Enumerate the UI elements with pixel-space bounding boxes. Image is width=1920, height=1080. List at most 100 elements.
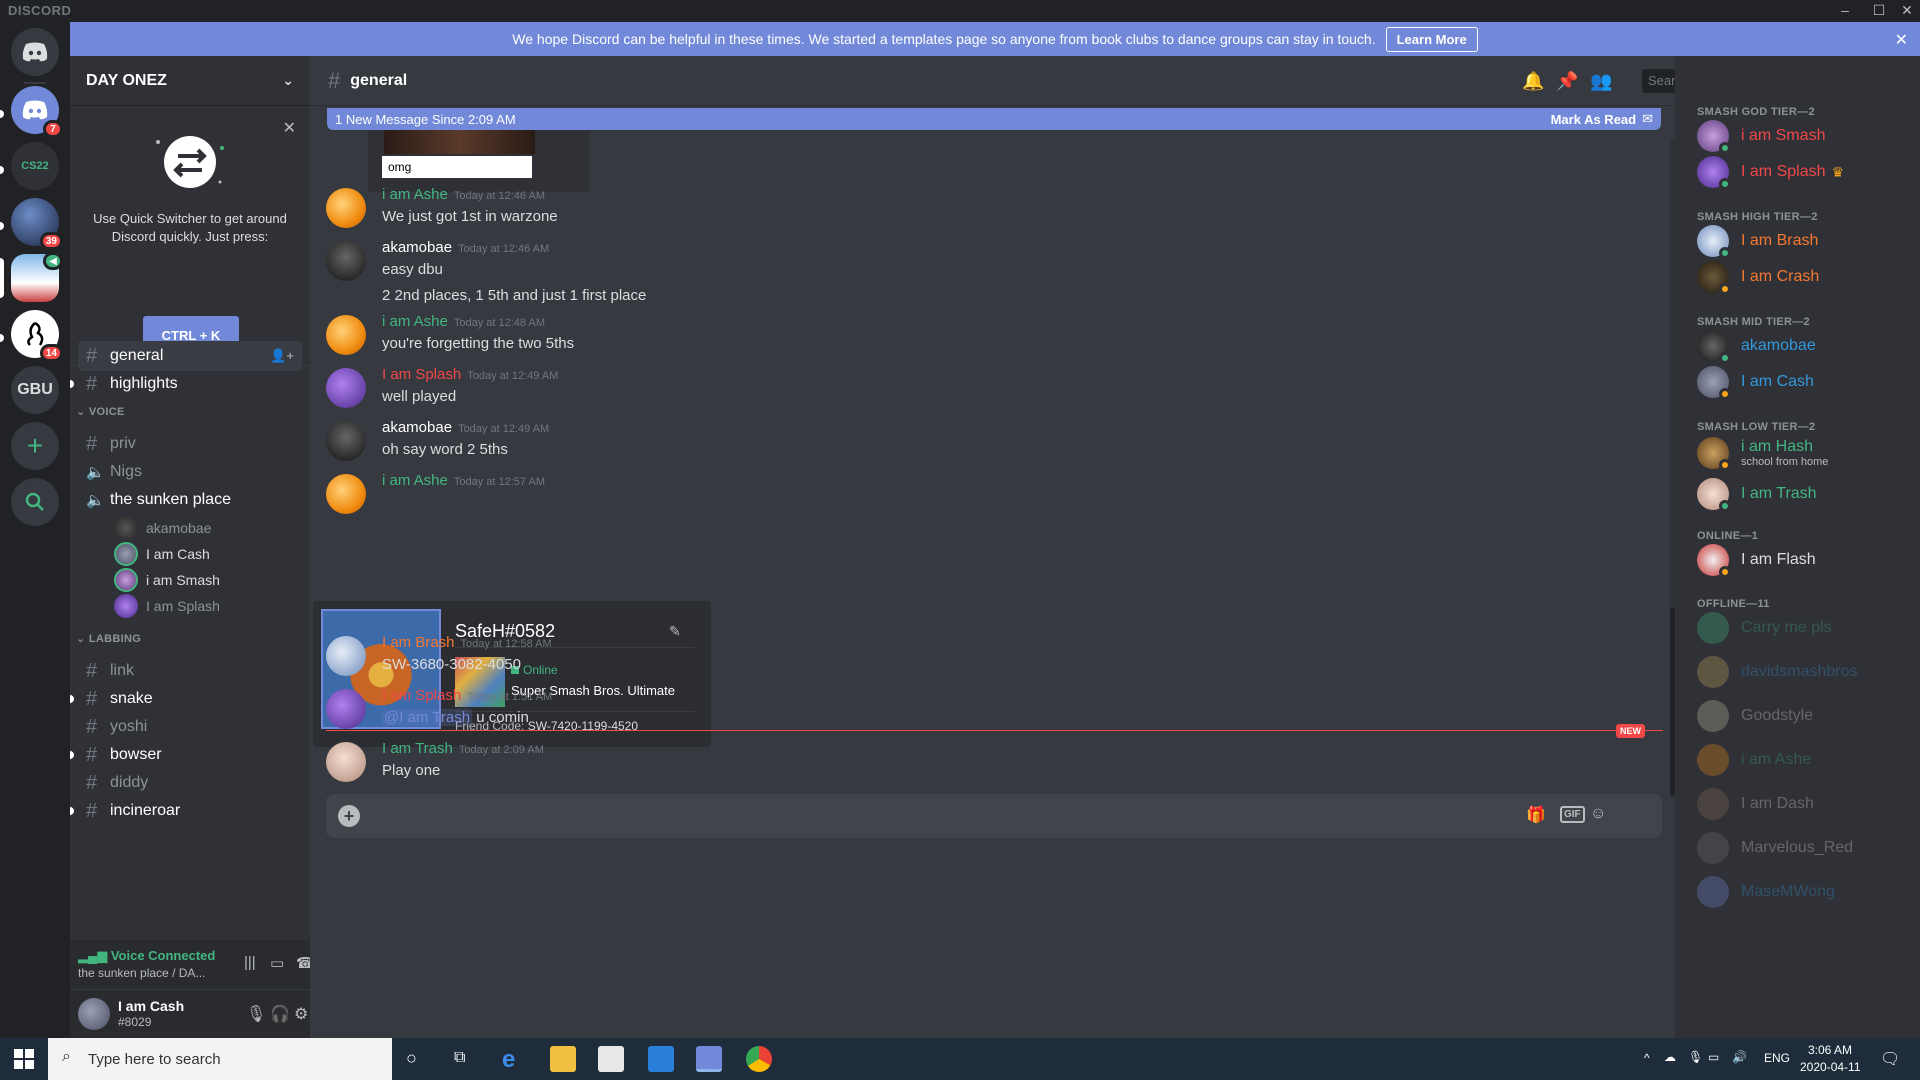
pencil-edit-icon[interactable]: ✎: [669, 623, 681, 640]
embed-image[interactable]: [384, 130, 535, 154]
channel-snake[interactable]: # snake: [70, 684, 302, 714]
member-item[interactable]: I am Crash: [1697, 259, 1819, 295]
gif-button[interactable]: GIF: [1560, 806, 1585, 823]
home-button[interactable]: [11, 28, 59, 76]
message-author[interactable]: I am Trash: [382, 740, 453, 757]
chrome-icon[interactable]: [746, 1046, 772, 1072]
windows-start-icon[interactable]: [14, 1049, 34, 1069]
edge-icon[interactable]: e: [502, 1046, 528, 1073]
member-item[interactable]: akamobae: [1697, 328, 1816, 364]
clock-time[interactable]: 3:06 AM: [1808, 1043, 1852, 1057]
voice-channel-sunken-place[interactable]: 🔈 the sunken place: [78, 485, 302, 515]
channel-priv[interactable]: # priv: [78, 429, 302, 459]
guild-gbu[interactable]: GBU: [11, 366, 59, 414]
language-indicator[interactable]: ENG: [1764, 1051, 1790, 1065]
avatar[interactable]: [326, 636, 366, 676]
avatar[interactable]: [326, 474, 366, 514]
new-messages-bar[interactable]: 1 New Message Since 2:09 AM Mark As Read…: [327, 108, 1661, 130]
store-icon[interactable]: [598, 1046, 624, 1072]
avatar[interactable]: [326, 742, 366, 782]
message-author[interactable]: i am Ashe: [382, 472, 448, 489]
avatar[interactable]: [326, 315, 366, 355]
guild-cs22[interactable]: CS22: [11, 142, 59, 190]
guild-anime[interactable]: 39: [11, 198, 63, 250]
settings-gear-icon[interactable]: ⚙: [294, 1004, 308, 1024]
member-item[interactable]: i am Ashe: [1697, 742, 1811, 778]
add-server-icon[interactable]: +: [11, 422, 59, 470]
channel-yoshi[interactable]: # yoshi: [78, 712, 302, 742]
guild-landscape[interactable]: ◀: [11, 252, 63, 302]
voice-user[interactable]: i am Smash: [114, 566, 220, 594]
guild-discord-server[interactable]: 7: [11, 86, 63, 138]
gift-icon[interactable]: 🎁: [1526, 805, 1546, 825]
member-item[interactable]: davidsmashbros: [1697, 654, 1858, 690]
message-author[interactable]: i am Ashe: [382, 186, 448, 203]
pin-icon[interactable]: 📌: [1556, 71, 1578, 92]
channel-bowser[interactable]: # bowser: [70, 740, 302, 770]
avatar[interactable]: [326, 421, 366, 461]
member-item[interactable]: I am Brash: [1697, 223, 1818, 259]
voice-channel-nigs[interactable]: 🔈 Nigs: [78, 457, 302, 487]
invite-icon[interactable]: 👤+: [270, 348, 294, 364]
noise-suppression-icon[interactable]: |||: [244, 954, 256, 971]
member-item[interactable]: I am Cash: [1697, 364, 1814, 400]
message-composer[interactable]: + 🎁 GIF ☺: [326, 794, 1662, 838]
member-item[interactable]: I am Dash: [1697, 786, 1814, 822]
voice-user[interactable]: I am Splash: [114, 592, 220, 620]
channel-diddy[interactable]: # diddy: [78, 768, 302, 798]
avatar[interactable]: [326, 241, 366, 281]
file-explorer-icon[interactable]: [550, 1046, 576, 1072]
close-icon[interactable]: ✕: [1895, 30, 1908, 50]
bell-icon[interactable]: 🔔: [1522, 71, 1544, 92]
voice-user[interactable]: akamobae: [114, 514, 211, 542]
message-author[interactable]: akamobae: [382, 419, 452, 436]
close-window-icon[interactable]: ✕: [1892, 0, 1920, 22]
close-icon[interactable]: ✕: [283, 118, 296, 138]
member-item[interactable]: I am Flash: [1697, 542, 1816, 578]
microphone-icon[interactable]: 🎙: [246, 1004, 266, 1024]
cortana-icon[interactable]: ○: [406, 1048, 417, 1069]
clock-date[interactable]: 2020-04-11: [1800, 1060, 1861, 1074]
volume-icon[interactable]: 🔊: [1732, 1050, 1747, 1064]
explore-servers-icon[interactable]: [11, 478, 59, 526]
headphones-icon[interactable]: 🎧: [270, 1004, 290, 1024]
category-voice[interactable]: ⌄ VOICE: [76, 405, 125, 418]
learn-more-button[interactable]: Learn More: [1385, 26, 1478, 52]
member-item[interactable]: MaseMWong: [1697, 874, 1835, 910]
message-author[interactable]: I am Splash: [382, 687, 461, 704]
member-item[interactable]: I am Trash: [1697, 476, 1817, 512]
mail-icon[interactable]: [648, 1046, 674, 1072]
member-item[interactable]: i am Hash school from home: [1697, 433, 1828, 473]
taskbar-search-input[interactable]: ⌕ Type here to search: [48, 1038, 392, 1080]
member-item[interactable]: i am Smash: [1697, 118, 1825, 154]
channel-incineroar[interactable]: # incineroar: [70, 796, 302, 826]
message-author[interactable]: I am Brash: [382, 634, 455, 651]
member-item[interactable]: Carry me pls: [1697, 610, 1832, 646]
voice-connected-status[interactable]: ▂▄▆ Voice Connected: [78, 948, 215, 964]
microphone-tray-icon[interactable]: 🎙: [1688, 1050, 1703, 1064]
server-header[interactable]: DAY ONEZ ⌄: [70, 56, 310, 106]
emoji-icon[interactable]: ☺: [1590, 805, 1606, 823]
discord-taskbar-icon[interactable]: [696, 1046, 722, 1072]
message-author[interactable]: I am Splash: [382, 366, 461, 383]
chevron-up-icon[interactable]: ^: [1644, 1051, 1650, 1065]
avatar[interactable]: [326, 368, 366, 408]
message-author[interactable]: akamobae: [382, 239, 452, 256]
maximize-icon[interactable]: ☐: [1864, 0, 1894, 22]
category-labbing[interactable]: ⌄ LABBING: [76, 632, 141, 645]
channel-general[interactable]: # general 👤+: [78, 341, 302, 371]
notifications-icon[interactable]: 🗨: [1880, 1049, 1900, 1069]
avatar[interactable]: [326, 689, 366, 729]
minimize-icon[interactable]: –: [1830, 0, 1860, 22]
channel-link[interactable]: # link: [78, 656, 302, 686]
guild-sketch[interactable]: 14: [11, 310, 63, 362]
task-view-icon[interactable]: ⧉: [454, 1049, 465, 1067]
members-icon[interactable]: 👥: [1590, 71, 1612, 92]
member-item[interactable]: Marvelous_Red: [1697, 830, 1853, 866]
avatar[interactable]: [326, 188, 366, 228]
user-mention[interactable]: @I am Trash: [382, 709, 473, 726]
upload-plus-icon[interactable]: +: [338, 805, 360, 827]
screen-share-icon[interactable]: ▭: [270, 954, 284, 972]
member-item[interactable]: Goodstyle: [1697, 698, 1813, 734]
channel-highlights[interactable]: # highlights: [70, 369, 302, 399]
